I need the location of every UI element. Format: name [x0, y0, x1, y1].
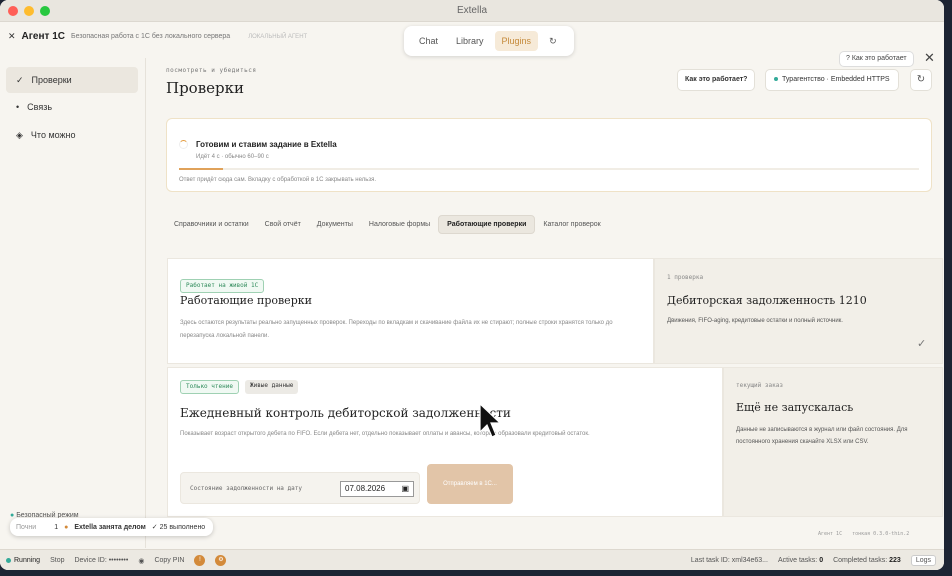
sidebar-item-label: Связь	[27, 102, 53, 112]
brand-subtitle: Безопасная работа с 1С без локального се…	[71, 33, 231, 40]
working-checks-card: Работает на живой 1С Работающие проверки…	[167, 258, 654, 364]
diamond-icon: ◈	[16, 129, 23, 140]
active-tasks: Active tasks: 0	[778, 557, 823, 564]
calendar-icon[interactable]: ▣	[401, 484, 409, 493]
check-description: Движения, FIFO-aging, кредитовые остатки…	[667, 318, 843, 324]
page-title: Проверки	[166, 79, 245, 97]
settings-icon[interactable]: ⚙	[215, 555, 227, 566]
sidebar-item-label: Проверки	[31, 75, 72, 85]
card-description: Здесь остаются результаты реально запуще…	[180, 320, 613, 339]
sidebar: ✓ Проверки • Связь ◈ Что можно	[0, 58, 146, 548]
brand-logo-icon: ✕	[8, 31, 16, 41]
tab-catalogs[interactable]: Справочники и остатки	[166, 216, 257, 233]
check-count: 1 проверка	[667, 274, 704, 281]
brand-name: Агент 1С	[21, 31, 65, 42]
tab-documents[interactable]: Документы	[309, 216, 361, 233]
brand: ✕ Агент 1С Безопасная работа с 1С без ло…	[8, 31, 307, 42]
tab-library[interactable]: Library	[449, 31, 491, 51]
spinner-icon	[179, 140, 188, 149]
toast-busy: Extella занята делом	[74, 523, 146, 531]
active-tasks-label: Active tasks:	[777, 557, 820, 564]
running-label: Running	[14, 557, 41, 564]
send-to-1c-button[interactable]: Отправляем в 1С...	[427, 464, 513, 504]
panel-description: Данные не записываются в журнал или файл…	[736, 427, 908, 445]
sidebar-item-label: Что можно	[30, 130, 76, 140]
window-title: Extella	[456, 5, 487, 16]
progress-subtitle: Идёт 4 с · обычно 60–90 с	[196, 154, 269, 160]
connection-label: Турагентство · Embedded HTTPS	[782, 76, 890, 83]
progress-card: Готовим и ставим задание в Extella Идёт …	[166, 118, 932, 192]
last-task: Last task ID: xml34e63...	[691, 557, 768, 564]
status-bar: Running Stop Device ID: •••••••• ◉ Copy …	[0, 549, 944, 570]
dot-icon: •	[16, 102, 20, 112]
info-icon[interactable]: !	[194, 555, 206, 566]
date-input[interactable]: 07.08.2026 ▣	[340, 481, 414, 497]
brand-badge: ЛОКАЛЬНЫЙ АГЕНТ	[248, 33, 308, 40]
card-title: Работающие проверки	[180, 294, 312, 307]
section-tabs: Справочники и остатки Свой отчёт Докумен…	[166, 213, 609, 235]
eye-icon[interactable]: ◉	[138, 557, 144, 565]
task-toast: Почни 1 ● Extella занята делом ✓ 25 выпо…	[10, 518, 214, 536]
panel-title: Ещё не запускалась	[736, 401, 854, 414]
last-task-label: Last task ID:	[690, 557, 732, 564]
connection-badge[interactable]: Турагентство · Embedded HTTPS	[765, 69, 899, 91]
progress-title: Готовим и ставим задание в Extella	[196, 140, 337, 149]
progress-bar	[179, 168, 919, 170]
live-badge: Работает на живой 1С	[180, 279, 265, 293]
last-task-value: xml34e63...	[731, 557, 768, 564]
stop-button[interactable]: Stop	[50, 557, 64, 564]
completed-tasks: Completed tasks: 223	[833, 557, 901, 564]
completed-tasks-label: Completed tasks:	[833, 557, 890, 564]
date-value: 07.08.2026	[345, 484, 386, 493]
app-window: Extella ✕ Агент 1С Безопасная работа с 1…	[0, 0, 944, 570]
tab-tax-forms[interactable]: Налоговые формы	[361, 216, 438, 233]
agent-label: Агент 1С	[818, 531, 843, 537]
tab-chat[interactable]: Chat	[412, 31, 445, 51]
mouse-cursor-icon	[479, 402, 500, 438]
progress-bar-fill	[179, 168, 224, 170]
device-id: Device ID: ••••••••	[74, 557, 129, 564]
check-title: Дебиторская задолженность 1210	[667, 294, 867, 307]
toast-number: 1	[54, 523, 59, 531]
top-tab-bar: Chat Library Plugins ↻	[404, 26, 574, 56]
tab-custom-report[interactable]: Свой отчёт	[257, 216, 309, 233]
busy-dot-icon: ●	[64, 523, 69, 531]
logs-button[interactable]: Logs	[910, 555, 936, 566]
sidebar-item-capabilities[interactable]: ◈ Что можно	[6, 122, 138, 148]
live-data-badge: Живые данные	[244, 380, 299, 394]
running-dot-icon	[6, 558, 11, 563]
active-tasks-value: 0	[819, 557, 824, 564]
tab-plugins[interactable]: Plugins	[494, 31, 539, 51]
title-bar: Extella	[0, 0, 944, 22]
date-form: Состояние задолженности на дату 07.08.20…	[180, 472, 420, 504]
version-label: тонкая 0.3.0-thin.2	[852, 531, 910, 537]
tab-working-checks[interactable]: Работающие проверки	[438, 214, 536, 234]
panel-kicker: текущий заказ	[736, 382, 783, 389]
card-description: Показывает возраст открытого дебета по F…	[180, 431, 590, 437]
version-info: Агент 1С тонкая 0.3.0-thin.2	[818, 531, 909, 537]
checkmark-icon: ✓	[917, 338, 927, 350]
check-result-item[interactable]: 1 проверка Дебиторская задолженность 121…	[654, 258, 943, 364]
date-label: Состояние задолженности на дату	[190, 485, 302, 492]
main-content: посмотреть и убедиться Проверки Как это …	[147, 58, 944, 548]
completed-tasks-value: 223	[889, 557, 901, 564]
page-kicker: посмотреть и убедиться	[166, 67, 257, 74]
reload-icon[interactable]: ↻	[542, 31, 564, 52]
check-icon: ✓	[16, 74, 24, 85]
running-status: Running	[6, 557, 40, 564]
read-only-badge: Только чтение	[180, 380, 239, 394]
how-it-works-button[interactable]: Как это работает?	[677, 69, 756, 91]
current-order-panel: текущий заказ Ещё не запускалась Данные …	[723, 367, 943, 517]
connection-status-icon	[774, 77, 778, 82]
tab-checks-catalog[interactable]: Каталог проверок	[535, 216, 608, 233]
toast-start: Почни	[16, 523, 37, 531]
refresh-icon[interactable]: ↻	[910, 69, 932, 91]
toast-done: ✓ 25 выполнено	[151, 524, 206, 531]
sidebar-item-checks[interactable]: ✓ Проверки	[6, 67, 138, 93]
copy-pin-button[interactable]: Copy PIN	[154, 557, 184, 564]
progress-note: Ответ придёт сюда сам. Вкладку с обработ…	[179, 177, 377, 183]
sidebar-item-connection[interactable]: • Связь	[6, 94, 138, 120]
daily-control-card: Только чтение Живые данные Ежедневный ко…	[167, 367, 723, 517]
card-title: Ежедневный контроль дебиторской задолжен…	[180, 406, 511, 420]
